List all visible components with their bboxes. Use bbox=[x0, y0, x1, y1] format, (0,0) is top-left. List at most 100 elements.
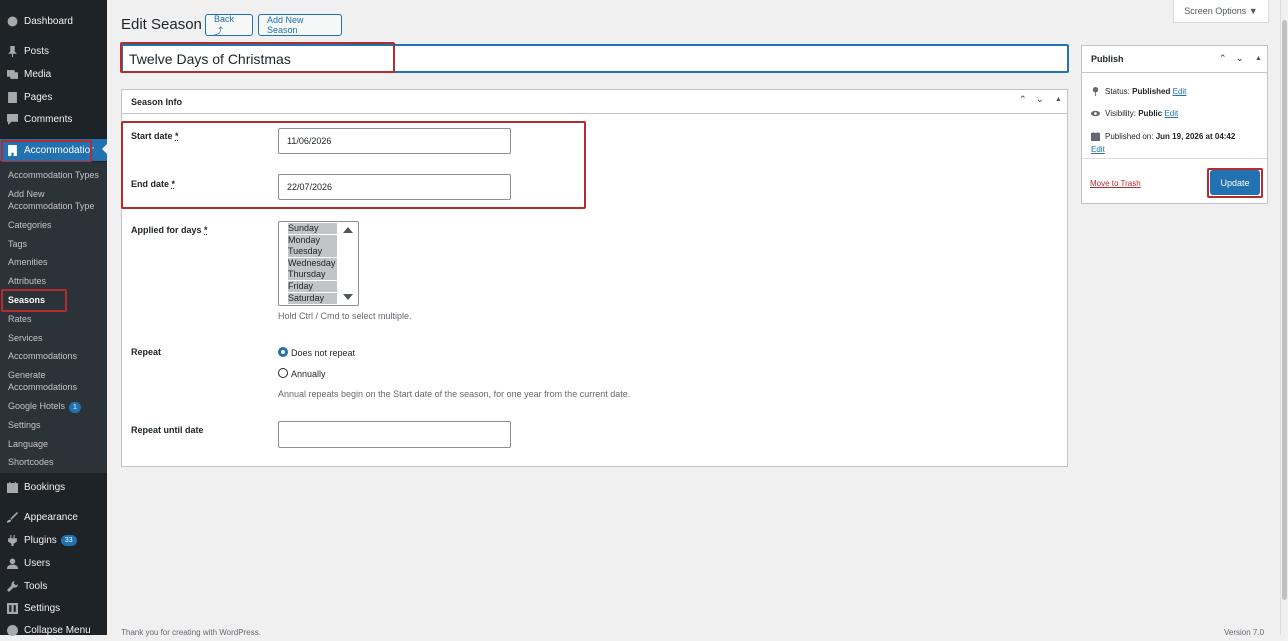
submenu-rates[interactable]: Rates bbox=[8, 313, 32, 325]
repeat-none-radio[interactable] bbox=[278, 347, 288, 357]
plugin-icon bbox=[6, 534, 18, 546]
repeat-annually-radio[interactable] bbox=[278, 368, 288, 378]
submenu-language[interactable]: Language bbox=[8, 438, 48, 450]
sidebar-item-label: Dashboard bbox=[24, 15, 73, 27]
highlight-accommodation bbox=[1, 140, 92, 163]
sidebar-item-users[interactable]: Users bbox=[0, 552, 107, 574]
submenu-categories[interactable]: Categories bbox=[8, 219, 52, 231]
scrollbar-thumb[interactable] bbox=[1282, 20, 1287, 600]
toggle-panel-icon[interactable]: ▲ bbox=[1255, 55, 1262, 62]
select-scrollbar[interactable] bbox=[338, 223, 357, 304]
highlight-dates bbox=[121, 121, 586, 209]
sidebar-item-label: Appearance bbox=[24, 511, 78, 523]
count-badge: 1 bbox=[69, 402, 81, 413]
submenu-generate-accommodations[interactable]: Generate Accommodations bbox=[8, 369, 88, 393]
submenu-accommodation-types[interactable]: Accommodation Types bbox=[8, 169, 99, 181]
accommodation-submenu: Accommodation Types Add New Accommodatio… bbox=[0, 162, 107, 473]
add-new-season-button[interactable]: Add New Season bbox=[258, 14, 342, 36]
option-tuesday[interactable]: Tuesday bbox=[288, 246, 337, 257]
sidebar-item-label: Posts bbox=[24, 45, 50, 57]
pages-icon bbox=[6, 91, 18, 103]
brush-icon bbox=[6, 511, 18, 523]
option-friday[interactable]: Friday bbox=[288, 281, 337, 292]
highlight-seasons bbox=[1, 289, 67, 312]
submenu-google-hotels[interactable]: Google Hotels 1 bbox=[8, 400, 81, 413]
published-row: Published on: Jun 19, 2026 at 04:42 bbox=[1091, 132, 1235, 141]
sidebar-item-comments[interactable]: Comments bbox=[0, 108, 107, 130]
sidebar-item-pages[interactable]: Pages bbox=[0, 86, 107, 108]
edit-date-link[interactable]: Edit bbox=[1091, 145, 1105, 154]
footer-credit: Thank you for creating with WordPress. bbox=[121, 628, 261, 637]
submenu-accommodations[interactable]: Accommodations bbox=[8, 350, 77, 362]
back-button[interactable]: Back ⤴ bbox=[205, 14, 253, 36]
submenu-settings[interactable]: Settings bbox=[8, 419, 41, 431]
highlight-update bbox=[1207, 168, 1263, 198]
repeat-until-input[interactable] bbox=[278, 421, 511, 448]
move-down-icon[interactable]: ⌄ bbox=[1036, 94, 1044, 105]
sidebar-item-dashboard[interactable]: Dashboard bbox=[0, 10, 107, 32]
applied-days-select[interactable]: Sunday Monday Tuesday Wednesday Thursday… bbox=[278, 221, 359, 306]
visibility-row: Visibility: Public Edit bbox=[1091, 109, 1178, 118]
edit-visibility-link[interactable]: Edit bbox=[1164, 109, 1178, 118]
edit-status-link[interactable]: Edit bbox=[1173, 87, 1187, 96]
submenu-tags[interactable]: Tags bbox=[8, 238, 27, 250]
move-down-icon[interactable]: ⌄ bbox=[1236, 53, 1244, 64]
sidebar-item-label: Plugins bbox=[24, 534, 57, 546]
repeat-help: Annual repeats begin on the Start date o… bbox=[278, 389, 631, 399]
scroll-down-icon[interactable] bbox=[343, 294, 353, 300]
toggle-panel-icon[interactable]: ▲ bbox=[1055, 96, 1062, 103]
sidebar-item-label: Tools bbox=[24, 580, 48, 592]
sidebar-item-label: Users bbox=[24, 557, 51, 569]
option-saturday[interactable]: Saturday bbox=[288, 293, 337, 304]
move-up-icon[interactable]: ⌃ bbox=[1019, 94, 1027, 105]
eye-icon bbox=[1091, 109, 1101, 118]
sidebar-item-plugins[interactable]: Plugins 33 bbox=[0, 529, 107, 551]
publish-divider bbox=[1082, 158, 1267, 159]
published-edit-row: Edit bbox=[1091, 145, 1105, 154]
move-up-icon[interactable]: ⌃ bbox=[1219, 53, 1227, 64]
submenu-add-new-accommodation-type[interactable]: Add New Accommodation Type bbox=[8, 188, 103, 212]
settings-icon bbox=[6, 602, 18, 614]
option-monday[interactable]: Monday bbox=[288, 235, 337, 246]
sidebar-item-label: Collapse Menu bbox=[24, 624, 91, 636]
sidebar-item-label: Media bbox=[24, 68, 52, 80]
submenu-amenities[interactable]: Amenities bbox=[8, 256, 48, 268]
sidebar-item-label: Settings bbox=[24, 602, 61, 614]
submenu-attributes[interactable]: Attributes bbox=[8, 275, 46, 287]
dashboard-icon bbox=[6, 15, 18, 27]
admin-sidebar: Dashboard Posts Media Pages Comments Acc… bbox=[0, 0, 108, 636]
count-badge: 33 bbox=[60, 534, 77, 546]
option-sunday[interactable]: Sunday bbox=[288, 223, 337, 234]
collapse-icon bbox=[6, 624, 18, 636]
sidebar-item-tools[interactable]: Tools bbox=[0, 575, 107, 597]
season-info-header: Season Info ⌃ ⌄ ▲ bbox=[122, 90, 1067, 114]
submenu-shortcodes[interactable]: Shortcodes bbox=[8, 456, 54, 468]
current-menu-arrow bbox=[102, 143, 108, 155]
status-row: Status: Published Edit bbox=[1091, 87, 1186, 96]
highlight-title bbox=[120, 42, 395, 73]
calendar-icon bbox=[1091, 132, 1101, 141]
footer-version: Version 7.0 bbox=[1224, 628, 1265, 637]
repeat-annually-label[interactable]: Annually bbox=[291, 369, 326, 379]
season-info-title: Season Info bbox=[131, 96, 183, 107]
option-wednesday[interactable]: Wednesday bbox=[288, 258, 337, 269]
pin-icon bbox=[1091, 87, 1101, 96]
sidebar-item-posts[interactable]: Posts bbox=[0, 40, 107, 62]
screen-options-button[interactable]: Screen Options ▼ bbox=[1173, 0, 1269, 23]
applied-days-label: Applied for days * bbox=[131, 225, 208, 235]
sidebar-item-settings[interactable]: Settings bbox=[0, 597, 107, 619]
submenu-services[interactable]: Services bbox=[8, 332, 43, 344]
comment-icon bbox=[6, 113, 18, 125]
publish-header: Publish ⌃ ⌄ ▲ bbox=[1082, 46, 1267, 73]
option-thursday[interactable]: Thursday bbox=[288, 269, 337, 280]
pin-icon bbox=[6, 45, 18, 57]
sidebar-item-bookings[interactable]: Bookings bbox=[0, 476, 107, 498]
scroll-up-icon[interactable] bbox=[343, 227, 353, 233]
page-scrollbar[interactable] bbox=[1280, 0, 1288, 635]
sidebar-item-appearance[interactable]: Appearance bbox=[0, 506, 107, 528]
move-to-trash-link[interactable]: Move to Trash bbox=[1090, 179, 1141, 188]
repeat-none-label[interactable]: Does not repeat bbox=[291, 348, 355, 358]
collapse-menu-button[interactable]: Collapse Menu bbox=[0, 619, 107, 641]
page-title: Edit Season bbox=[121, 16, 202, 33]
sidebar-item-media[interactable]: Media bbox=[0, 63, 107, 85]
